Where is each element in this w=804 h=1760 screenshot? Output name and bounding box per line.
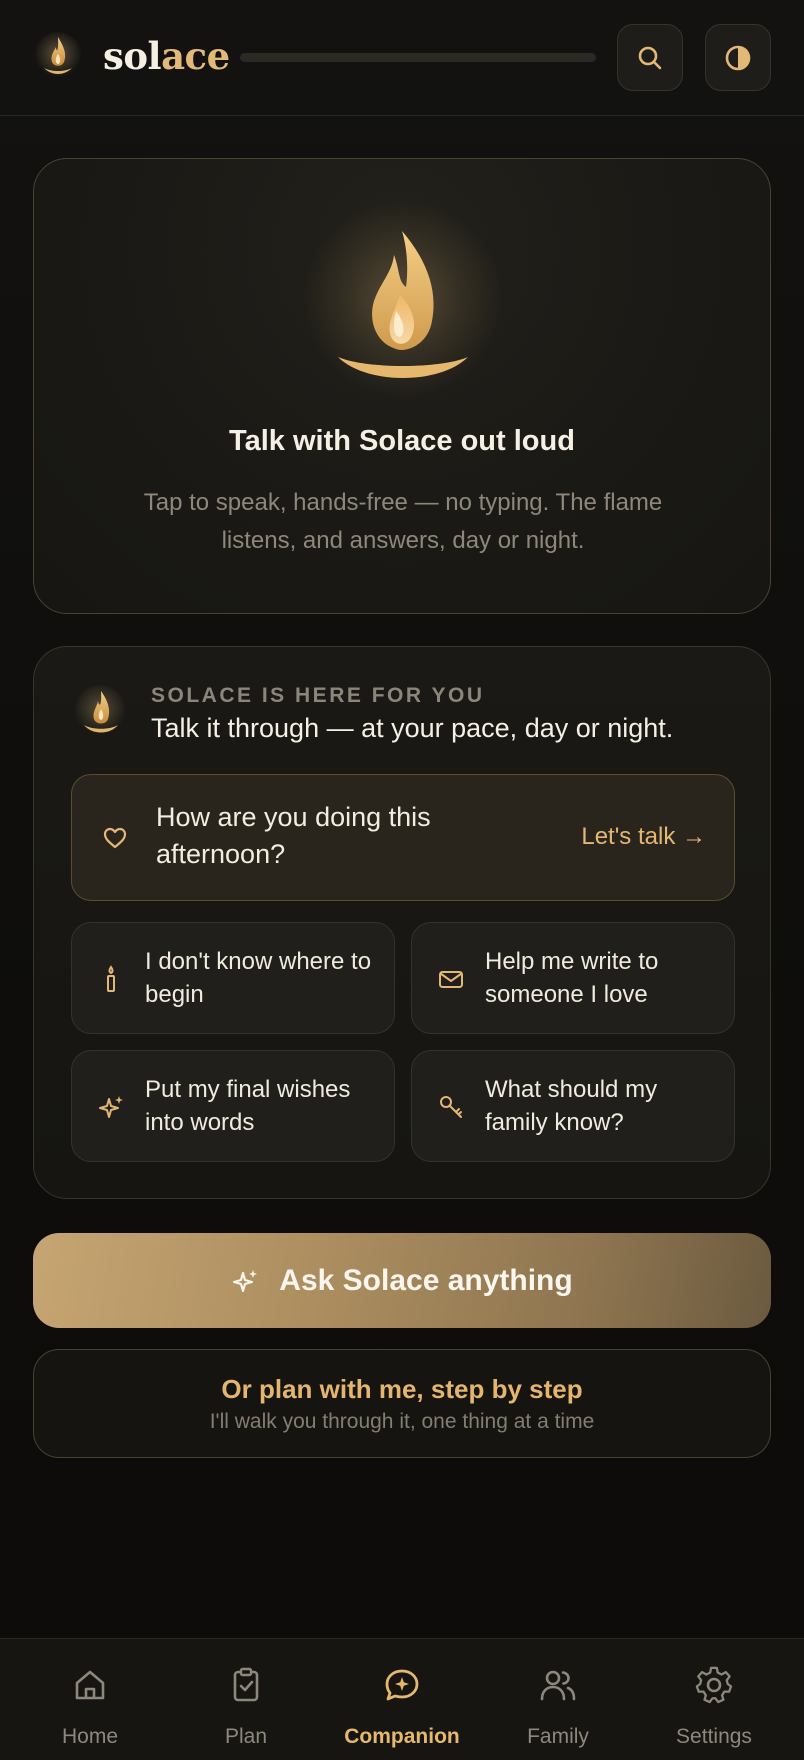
nav-item-home[interactable]: Home bbox=[10, 1639, 170, 1760]
lets-talk-label: Let's talk → bbox=[581, 823, 706, 850]
companion-kicker: SOLACE IS HERE FOR YOU bbox=[151, 684, 485, 707]
sparkles-icon bbox=[233, 1269, 258, 1292]
nav-label: Family bbox=[527, 1725, 589, 1748]
key-icon bbox=[440, 1096, 462, 1118]
companion-card: SOLACE IS HERE FOR YOU Talk it through —… bbox=[33, 646, 771, 1199]
contrast-icon bbox=[725, 45, 751, 70]
theme-toggle-button[interactable] bbox=[705, 24, 771, 91]
plan-step-by-step-button[interactable]: Or plan with me, step by step I'll walk … bbox=[33, 1349, 771, 1458]
nav-label: Home bbox=[61, 1725, 119, 1748]
ask-solace-button[interactable]: Ask Solace anything bbox=[33, 1233, 771, 1328]
voice-card-title: Talk with Solace out loud bbox=[229, 425, 575, 457]
progress-bar bbox=[240, 53, 596, 62]
nav-item-plan[interactable]: Plan bbox=[166, 1639, 326, 1760]
nav-item-settings[interactable]: Settings bbox=[634, 1639, 794, 1760]
chat-sparkle-icon bbox=[385, 1669, 419, 1701]
chip-label: Put my final wishes into words bbox=[145, 1076, 351, 1136]
search-button[interactable] bbox=[617, 24, 683, 91]
gear-icon bbox=[695, 1666, 733, 1704]
nav-item-companion[interactable]: Companion bbox=[322, 1639, 482, 1760]
home-icon bbox=[75, 1670, 105, 1700]
prompt-chip-final-wishes[interactable]: Put my final wishes into words bbox=[71, 1050, 395, 1162]
app-header: solace bbox=[0, 0, 804, 116]
flame-logo-icon bbox=[34, 32, 82, 80]
voice-talk-card[interactable]: Talk with Solace out loud Tap to speak, … bbox=[33, 158, 771, 614]
search-icon bbox=[638, 46, 662, 69]
bottom-navigation: Home Plan Companion Family Settings bbox=[0, 1638, 804, 1760]
clipboard-icon bbox=[233, 1667, 259, 1702]
heart-icon bbox=[103, 827, 127, 849]
nav-label: Settings bbox=[676, 1725, 752, 1748]
plan-button-subtitle: I'll walk you through it, one thing at a… bbox=[209, 1410, 595, 1433]
lets-talk-button[interactable]: How are you doing this afternoon? Let's … bbox=[71, 774, 735, 901]
flame-avatar-icon bbox=[74, 685, 126, 737]
talk-question: How are you doing this afternoon? bbox=[156, 802, 431, 869]
brand-part-sol: sol bbox=[103, 34, 162, 78]
chip-label: I don't know where to begin bbox=[145, 948, 372, 1008]
voice-card-subtitle: Tap to speak, hands-free — no typing. Th… bbox=[143, 489, 663, 554]
envelope-icon bbox=[439, 971, 463, 988]
plan-button-title: Or plan with me, step by step bbox=[221, 1374, 583, 1404]
ask-solace-label: Ask Solace anything bbox=[279, 1263, 573, 1297]
chip-label: What should my family know? bbox=[485, 1076, 658, 1136]
prompt-chip-write-to-someone[interactable]: Help me write to someone I love bbox=[411, 922, 735, 1034]
prompt-chip-family-know[interactable]: What should my family know? bbox=[411, 1050, 735, 1162]
prompt-chip-where-to-begin[interactable]: I don't know where to begin bbox=[71, 922, 395, 1034]
companion-screen: solace Talk with Solace out loud Tap to … bbox=[0, 0, 804, 1760]
nav-label: Plan bbox=[224, 1725, 268, 1748]
large-flame-icon bbox=[338, 231, 468, 378]
nav-label: Companion bbox=[344, 1725, 460, 1748]
people-icon bbox=[540, 1670, 576, 1701]
candle-icon bbox=[107, 965, 115, 992]
brand-part-ace: ace bbox=[161, 34, 230, 78]
nav-item-family[interactable]: Family bbox=[478, 1639, 638, 1760]
brand-logotype: solace bbox=[103, 34, 230, 78]
sparkles-icon bbox=[99, 1096, 123, 1118]
companion-heading: Talk it through — at your pace, day or n… bbox=[151, 713, 674, 743]
chip-label: Help me write to someone I love bbox=[485, 948, 659, 1008]
